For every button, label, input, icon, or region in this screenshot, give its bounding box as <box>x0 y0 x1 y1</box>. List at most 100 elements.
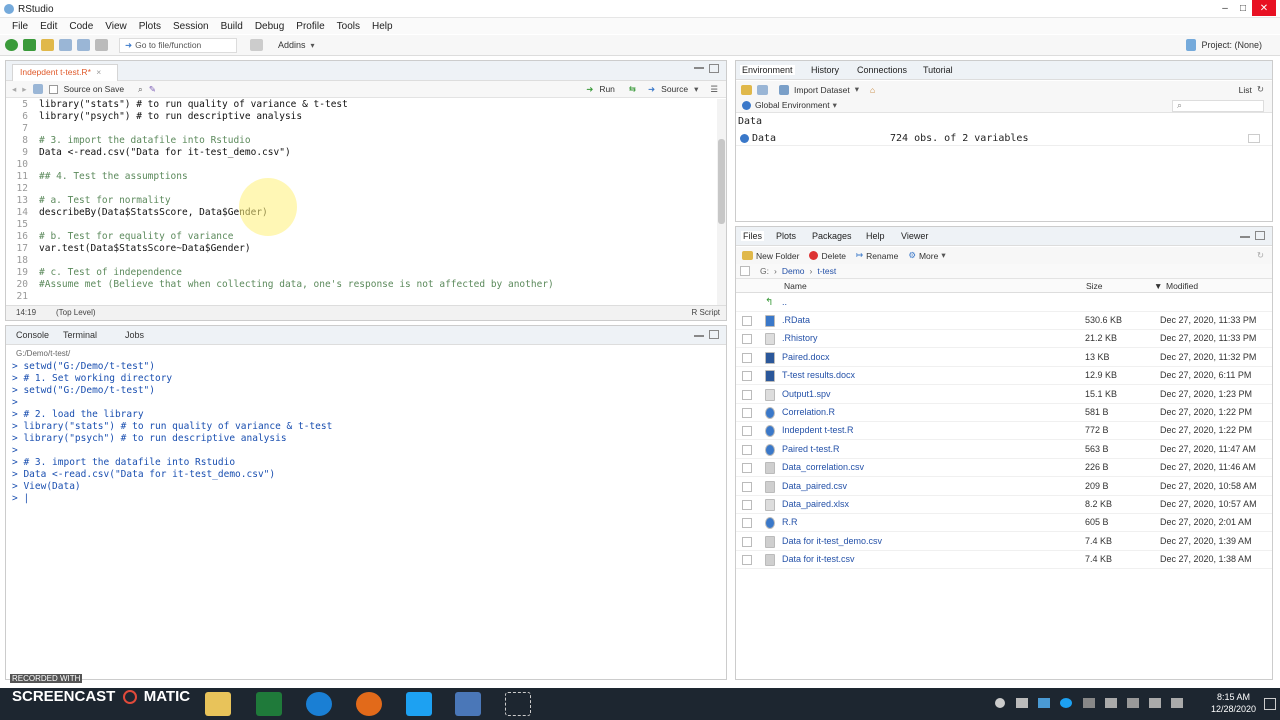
menu-debug[interactable]: Debug <box>249 21 290 32</box>
file-name[interactable]: Correlation.R <box>782 407 835 417</box>
file-checkbox[interactable] <box>742 389 752 400</box>
minimize-files-icon[interactable] <box>1240 236 1250 238</box>
tab-connections[interactable]: Connections <box>857 65 907 75</box>
working-directory[interactable]: G:/Demo/t-test/ <box>16 349 70 358</box>
file-row[interactable]: R.R 605 B Dec 27, 2020, 2:01 AM <box>736 514 1272 533</box>
file-checkbox[interactable] <box>742 352 752 363</box>
minimize-pane-icon[interactable] <box>694 67 704 69</box>
search-icon[interactable]: ⌕ <box>138 84 143 95</box>
menu-session[interactable]: Session <box>167 21 215 32</box>
console-output[interactable]: > setwd("G:/Demo/t-test") > # 1. Set work… <box>12 361 332 505</box>
tab-close-icon[interactable]: × <box>96 67 101 77</box>
maximize-console-icon[interactable] <box>709 330 719 339</box>
refresh-files-icon[interactable]: ↻ <box>1257 250 1264 261</box>
code-line[interactable]: 17 var.test(Data$StatsScore~Data$Gender) <box>6 243 716 255</box>
more-button[interactable]: ⚙ More ▾ <box>908 250 945 261</box>
list-view-button[interactable]: List <box>1239 85 1252 95</box>
open-file-icon[interactable] <box>41 39 54 51</box>
source-on-save-checkbox[interactable] <box>48 84 58 94</box>
tab-help[interactable]: Help <box>866 231 885 241</box>
file-name[interactable]: R.R <box>782 517 798 527</box>
minimize-button[interactable]: – <box>1216 0 1234 16</box>
menu-build[interactable]: Build <box>215 21 249 32</box>
menu-file[interactable]: File <box>6 21 34 32</box>
save-doc-icon[interactable] <box>32 84 43 94</box>
file-explorer-icon[interactable] <box>205 692 231 716</box>
save-workspace-icon[interactable] <box>757 84 768 95</box>
location-icon[interactable] <box>995 698 1005 708</box>
file-row[interactable]: Paired.docx 13 KB Dec 27, 2020, 11:32 PM <box>736 349 1272 367</box>
close-button[interactable]: ✕ <box>1252 0 1276 16</box>
addins-button[interactable]: Addins <box>278 40 306 50</box>
edge-icon[interactable] <box>306 692 332 716</box>
file-name[interactable]: Data for it-test.csv <box>782 554 855 564</box>
maximize-files-icon[interactable] <box>1255 231 1265 240</box>
code-line[interactable]: 18 <box>6 255 716 267</box>
file-row[interactable]: T-test results.docx 12.9 KB Dec 27, 2020, … <box>736 367 1272 386</box>
file-checkbox[interactable] <box>742 518 752 529</box>
file-name[interactable]: T-test results.docx <box>782 370 855 380</box>
code-line[interactable]: 8 # 3. import the datafile into Rstudio <box>6 135 716 147</box>
wand-icon[interactable]: ✎ <box>149 84 156 95</box>
file-name[interactable]: Paired t-test.R <box>782 444 840 454</box>
global-environment-dropdown[interactable]: Global Environment <box>755 100 830 110</box>
wifi-icon[interactable] <box>1127 698 1139 708</box>
file-checkbox[interactable] <box>742 536 752 547</box>
menu-code[interactable]: Code <box>63 21 99 32</box>
save-all-icon[interactable] <box>77 39 90 51</box>
file-row[interactable]: Data for it-test.csv 7.4 KB Dec 27, 2020, … <box>736 551 1272 570</box>
tray-icon[interactable] <box>1016 698 1028 708</box>
col-name-header[interactable]: Name <box>784 281 807 291</box>
file-checkbox[interactable] <box>742 426 752 437</box>
file-checkbox[interactable] <box>742 481 752 492</box>
broom-icon[interactable]: ⌂ <box>870 85 875 95</box>
tab-packages[interactable]: Packages <box>812 231 852 241</box>
code-line[interactable]: 10 <box>6 159 716 171</box>
code-line[interactable]: 15 <box>6 219 716 231</box>
snipping-tool-icon[interactable] <box>505 692 531 716</box>
source-caret-icon[interactable]: ▾ <box>694 84 698 95</box>
code-line[interactable]: 16 # b. Test for equality of variance <box>6 231 716 243</box>
file-row[interactable]: .RData 530.6 KB Dec 27, 2020, 11:33 PM <box>736 312 1272 330</box>
tab-terminal[interactable]: Terminal <box>63 330 97 340</box>
minimize-console-icon[interactable] <box>694 335 704 337</box>
env-row-data[interactable]: Data 724 obs. of 2 variables <box>736 131 1272 146</box>
file-name[interactable]: Data for it-test_demo.csv <box>782 536 882 546</box>
code-editor[interactable]: 5 library("stats") # to run quality of va… <box>6 99 716 305</box>
notifications-icon[interactable] <box>1264 698 1276 710</box>
file-checkbox[interactable] <box>742 371 752 382</box>
up-directory-link[interactable]: .. <box>782 297 787 307</box>
expand-icon[interactable] <box>740 134 749 143</box>
code-line[interactable]: 20 #Assume met (Believe that when collect… <box>6 279 716 291</box>
file-checkbox[interactable] <box>742 463 752 474</box>
menu-tools[interactable]: Tools <box>331 21 366 32</box>
rerun-icon[interactable]: ⇆ <box>629 84 636 95</box>
file-checkbox[interactable] <box>742 334 752 345</box>
file-checkbox[interactable] <box>742 500 752 510</box>
rename-button[interactable]: ↦ Rename <box>856 250 898 261</box>
col-size-header[interactable]: Size <box>1086 281 1103 291</box>
project-menu[interactable]: Project: (None) <box>1201 40 1262 50</box>
skype-icon[interactable] <box>406 692 432 716</box>
battery-icon[interactable] <box>1083 698 1095 708</box>
maximize-button[interactable]: □ <box>1234 0 1252 16</box>
file-row[interactable]: Data_correlation.csv 226 B Dec 27, 2020, 1… <box>736 459 1272 478</box>
col-modified-header[interactable]: Modified <box>1166 281 1198 291</box>
code-line[interactable]: 7 <box>6 123 716 135</box>
menu-plots[interactable]: Plots <box>133 21 167 32</box>
file-checkbox[interactable] <box>742 555 752 566</box>
menu-profile[interactable]: Profile <box>290 21 330 32</box>
menu-edit[interactable]: Edit <box>34 21 63 32</box>
file-row[interactable]: .Rhistory 21.2 KB Dec 27, 2020, 11:33 PM <box>736 330 1272 349</box>
up-directory-row[interactable]: ↰ .. <box>736 294 1272 312</box>
back-arrow-icon[interactable]: ◂ <box>12 84 16 95</box>
file-row[interactable]: Indepdent t-test.R 772 B Dec 27, 2020, 1:2… <box>736 422 1272 441</box>
file-row[interactable]: Data for it-test_demo.csv 7.4 KB Dec 27, 2… <box>736 533 1272 551</box>
code-line[interactable]: 5 library("stats") # to run quality of va… <box>6 99 716 111</box>
keyboard-icon[interactable] <box>1171 698 1183 708</box>
excel-icon[interactable] <box>256 692 282 716</box>
file-row[interactable]: Output1.spv 15.1 KB Dec 27, 2020, 1:23 PM <box>736 386 1272 404</box>
network-icon[interactable] <box>1038 698 1050 708</box>
file-row[interactable]: Data_paired.xlsx 8.2 KB Dec 27, 2020, 10:5… <box>736 496 1272 514</box>
code-line[interactable]: 19 # c. Test of independence <box>6 267 716 279</box>
